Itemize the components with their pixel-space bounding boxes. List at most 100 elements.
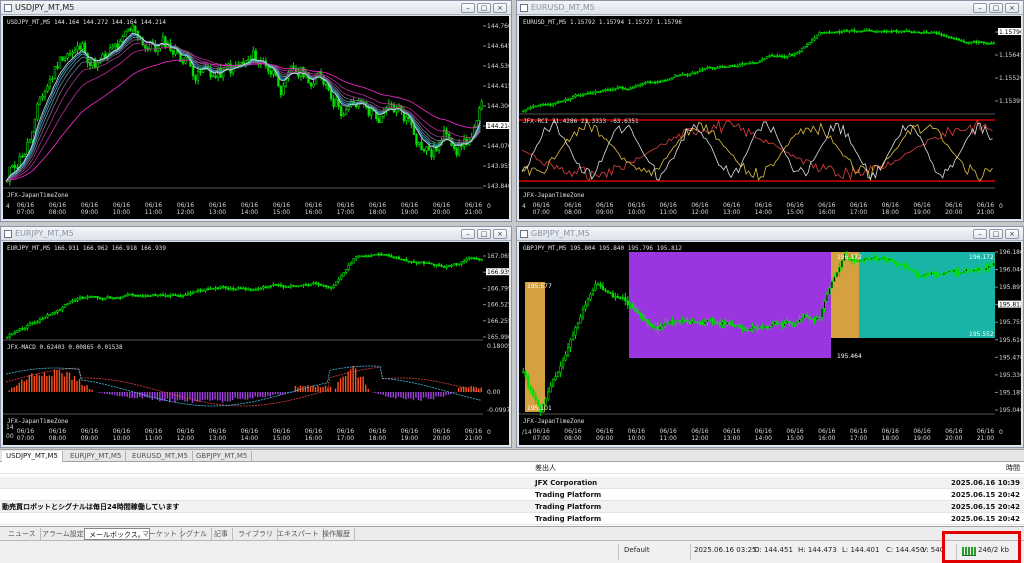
price-tick-label: 195.812 <box>999 302 1021 309</box>
maximize-button[interactable]: □ <box>989 3 1003 13</box>
chart-tab-usdjpy[interactable]: USDJPY_MT,M5 <box>2 451 63 462</box>
candle <box>554 102 557 105</box>
time-tick-date: 06/16 <box>786 202 803 209</box>
close-button[interactable]: × <box>493 3 507 13</box>
macd-histogram-bar <box>334 388 337 392</box>
time-tick-label: 17:00 <box>337 435 354 442</box>
chart-tab-gbpjpy[interactable]: GBPJPY_MT,M5 <box>192 451 253 462</box>
mailbox-row[interactable]: Trading Platform 2025.06.15 20:42 <box>0 489 1024 501</box>
terminal-tab-library[interactable]: ライブラリ <box>234 528 278 540</box>
column-header-time[interactable]: 時間 <box>1006 462 1020 474</box>
minimize-button[interactable]: – <box>973 229 987 239</box>
window-titlebar[interactable]: EURUSD_MT,M5 – □ × <box>517 1 1023 15</box>
symbol-info: USDJPY_MT,M5 144.164 144.272 144.164 144… <box>7 19 166 26</box>
terminal-tab-signals[interactable]: シグナル <box>175 528 212 540</box>
candle <box>800 47 804 52</box>
candle <box>242 287 245 290</box>
time-tick-date: 06/16 <box>17 428 34 435</box>
price-chart-area[interactable]: 167.065 166.939 166.795 166.525 166.255 165.9… <box>3 242 509 445</box>
close-button[interactable]: × <box>1005 229 1019 239</box>
minimize-button[interactable]: – <box>461 3 475 13</box>
chart-tab-eurjpy[interactable]: EURJPY_MT,M5 <box>66 451 127 462</box>
price-chart-area[interactable]: 144.760 144.645 144.530 144.415 144.300 144.2… <box>3 16 509 219</box>
time-tick-label: 11:00 <box>659 209 676 216</box>
window-titlebar[interactable]: EURJPY_MT,M5 – □ × <box>1 227 511 241</box>
candle <box>447 265 451 267</box>
macd-histogram-bar <box>437 392 440 397</box>
price-chart-area[interactable]: 1.15796 1.15645 1.15520 1.15395 50.0000 -100.… <box>519 16 1021 219</box>
profile-name[interactable]: Default <box>624 546 650 554</box>
window-titlebar[interactable]: GBPJPY_MT,M5 – □ × <box>517 227 1023 241</box>
terminal-tab-articles[interactable]: 記事 <box>210 528 233 540</box>
maximize-button[interactable]: □ <box>989 229 1003 239</box>
chart-window-eurusd[interactable]: EURUSD_MT,M5 – □ × 1.15796 1.15645 1.15520… <box>516 0 1024 222</box>
mailbox-row[interactable]: JFX Corporation 2025.06.16 10:39 <box>0 477 1024 489</box>
macd-histogram-bar <box>307 385 309 392</box>
candle <box>843 29 846 32</box>
maximize-button[interactable]: □ <box>477 3 491 13</box>
chart-window-eurjpy[interactable]: EURJPY_MT,M5 – □ × 167.065 166.939 166.795… <box>0 226 512 448</box>
moving-average-line <box>5 33 481 182</box>
macd-histogram-bar <box>420 392 422 401</box>
macd-histogram-bar <box>435 392 437 397</box>
candle <box>634 85 637 88</box>
candle <box>412 261 416 264</box>
minimize-button[interactable]: – <box>973 3 987 13</box>
time-tick-label: 17:00 <box>850 209 867 216</box>
terminal-tab-news[interactable]: ニュース <box>4 528 41 540</box>
candle <box>688 73 692 76</box>
macd-histogram-bar <box>480 387 482 392</box>
candle <box>435 264 438 267</box>
candle <box>529 385 532 391</box>
candle <box>405 116 408 121</box>
close-button[interactable]: × <box>1005 3 1019 13</box>
candle <box>134 25 137 32</box>
macd-histogram-bar <box>103 392 106 394</box>
candle <box>932 271 936 274</box>
chart-window-usdjpy[interactable]: USDJPY_MT,M5 – □ × 144.760 144.645 144.530… <box>0 0 512 222</box>
candle <box>221 286 225 288</box>
macd-histogram-bar <box>297 387 299 392</box>
candle <box>166 295 170 297</box>
candle <box>156 294 160 297</box>
candle <box>350 262 353 266</box>
time-tick-label: 11:00 <box>659 435 676 442</box>
minimize-button[interactable]: – <box>461 229 475 239</box>
candle <box>955 269 958 273</box>
macd-histogram-bar <box>116 392 118 396</box>
candle <box>475 258 478 260</box>
macd-histogram-bar <box>380 392 382 395</box>
price-tick-label: 1.15796 <box>999 29 1021 36</box>
candle <box>706 319 709 323</box>
candle <box>124 295 127 297</box>
indicator-axis-label: 0.18005 <box>487 343 509 350</box>
candle <box>977 268 980 271</box>
maximize-button[interactable]: □ <box>477 229 491 239</box>
time-tick-date: 06/16 <box>913 428 930 435</box>
candle <box>693 72 697 74</box>
macd-histogram-bar <box>259 392 261 397</box>
mailbox-row[interactable]: 動売買ロボットとシグナルは毎日24時間稼働しています Trading Platf… <box>0 501 1024 513</box>
candle <box>23 327 27 330</box>
terminal-tab-journal[interactable]: 操作履歴 <box>318 528 355 540</box>
candle <box>629 303 632 306</box>
macd-histogram-bar <box>299 385 302 392</box>
time-tick-date: 06/16 <box>401 428 418 435</box>
mailbox-row[interactable]: Trading Platform 2025.06.15 20:42 <box>0 513 1024 525</box>
chart-tab-eurusd[interactable]: EURUSD_MT,M5 <box>128 451 193 462</box>
candle <box>748 328 751 331</box>
macd-histogram-bar <box>224 392 226 402</box>
candle <box>407 260 411 263</box>
timezone-label: JFX-JapanTimeZone <box>523 418 585 425</box>
close-button[interactable]: × <box>493 229 507 239</box>
column-header-source[interactable]: 差出人 <box>535 462 556 474</box>
macd-histogram-bar <box>13 387 15 392</box>
candle <box>78 296 82 299</box>
terminal-tab-alerts[interactable]: アラーム設定 <box>38 528 89 540</box>
candle <box>367 106 370 116</box>
terminal-tab-experts[interactable]: エキスパート <box>273 528 324 540</box>
macd-histogram-bar <box>33 376 36 392</box>
window-titlebar[interactable]: USDJPY_MT,M5 – □ × <box>1 1 511 15</box>
chart-window-gbpjpy[interactable]: GBPJPY_MT,M5 – □ × 195.577 196.172 195.464… <box>516 226 1024 448</box>
price-chart-area[interactable]: 195.577 196.172 195.464 196.172 195.552 195.1… <box>519 242 1021 445</box>
